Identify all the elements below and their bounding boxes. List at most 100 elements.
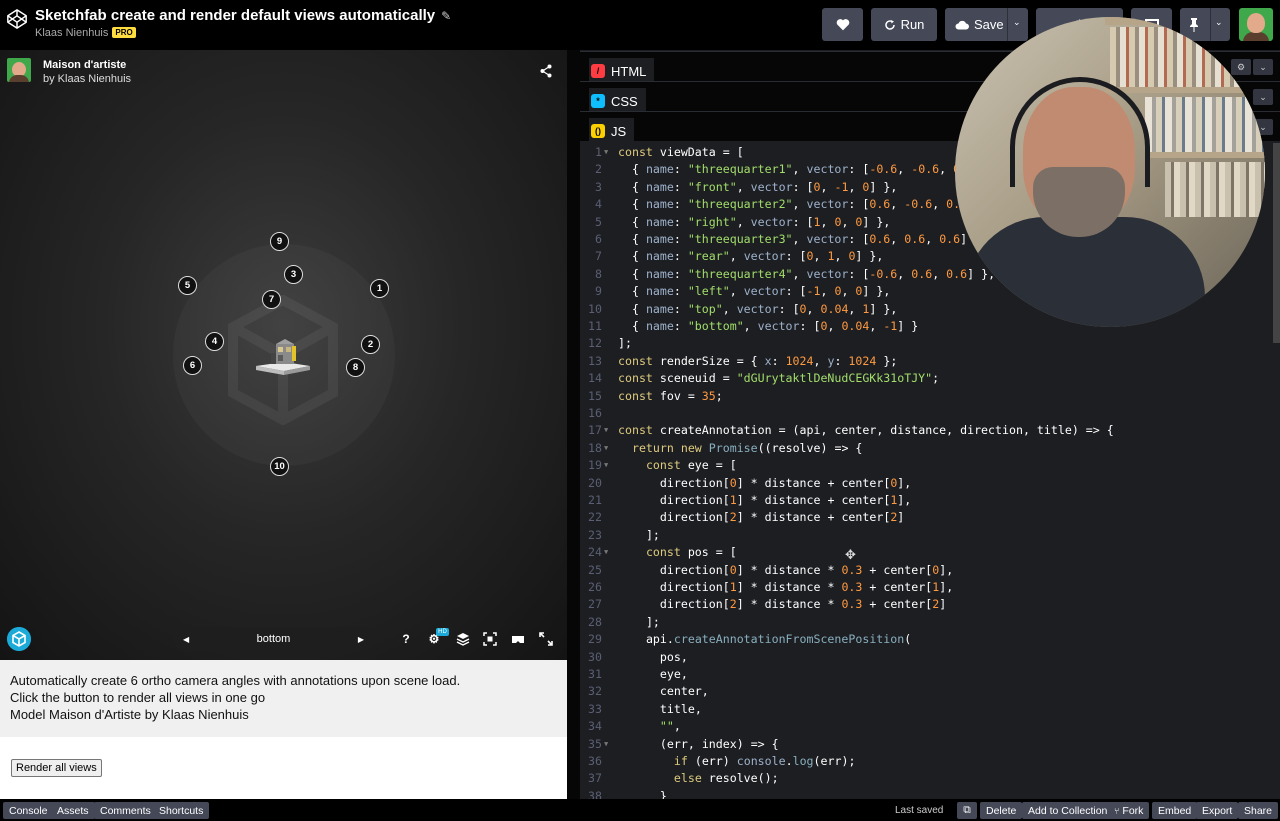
tab-js[interactable]: () JS: [589, 118, 635, 144]
house-model[interactable]: [254, 338, 312, 378]
code-line[interactable]: 5 { name: "right", vector: [1, 0, 0] },: [580, 215, 890, 232]
code-line[interactable]: 23 ];: [580, 528, 660, 545]
fork-button[interactable]: ⑂ Fork: [1108, 802, 1150, 819]
save-dropdown-chevron-icon[interactable]: ⌄: [1013, 17, 1021, 28]
code-line[interactable]: 16: [580, 406, 618, 423]
fold-arrow-icon: [604, 493, 618, 510]
model-author-avatar[interactable]: [7, 58, 31, 82]
annotation-marker[interactable]: 10: [270, 457, 289, 476]
annotation-marker[interactable]: 2: [361, 335, 380, 354]
code-line[interactable]: 36 if (err) console.log(err);: [580, 754, 855, 771]
code-line[interactable]: 2 { name: "threequarter1", vector: [-0.6…: [580, 162, 1002, 179]
save-button[interactable]: Save ⌄: [945, 8, 1028, 41]
fold-arrow-icon[interactable]: ▼: [604, 441, 618, 458]
pen-author[interactable]: Klaas Nienhuis PRO: [35, 27, 136, 39]
hd-badge: HD: [436, 628, 449, 636]
code-text: center,: [659, 684, 709, 699]
help-icon[interactable]: ?: [399, 632, 413, 646]
code-line[interactable]: 31 eye,: [580, 667, 688, 684]
fold-arrow-icon: [604, 563, 618, 580]
code-line[interactable]: 37 else resolve();: [580, 771, 779, 788]
fork-icon: ⑂: [1114, 805, 1120, 816]
code-line[interactable]: 35 ▼ (err, index) => {: [580, 737, 779, 754]
edit-pencil-icon[interactable]: ✎: [441, 9, 451, 23]
code-line[interactable]: 9 { name: "left", vector: [-1, 0, 0] },: [580, 284, 890, 301]
assets-button[interactable]: Assets: [51, 802, 95, 819]
panel-resizer[interactable]: [567, 50, 580, 799]
code-line[interactable]: 8 { name: "threequarter4", vector: [-0.6…: [580, 267, 995, 284]
sketchfab-logo-icon[interactable]: [7, 627, 31, 651]
fold-arrow-icon[interactable]: ▼: [604, 737, 618, 754]
annotation-marker[interactable]: 7: [262, 290, 281, 309]
codepen-logo-icon[interactable]: [6, 8, 28, 30]
cloud-icon: [955, 20, 969, 29]
add-to-collection-button[interactable]: Add to Collection: [1022, 802, 1114, 819]
inspector-icon[interactable]: [483, 632, 497, 646]
code-line[interactable]: 26 direction[1] * distance * 0.3 + cente…: [580, 580, 953, 597]
annotation-marker[interactable]: 3: [284, 265, 303, 284]
code-line[interactable]: 18 ▼ return new Promise((resolve) => {: [580, 441, 862, 458]
fold-arrow-icon[interactable]: ▼: [604, 458, 618, 475]
code-line[interactable]: 33 title,: [580, 702, 702, 719]
like-button[interactable]: [822, 8, 863, 41]
code-line[interactable]: 24 ▼ const pos = [: [580, 545, 737, 562]
code-line[interactable]: 11 { name: "bottom", vector: [0, 0.04, -…: [580, 319, 918, 336]
code-line[interactable]: 38 }: [580, 789, 667, 799]
model-author[interactable]: by Klaas Nienhuis: [43, 73, 131, 85]
code-line[interactable]: 27 direction[2] * distance * 0.3 + cente…: [580, 597, 946, 614]
console-button[interactable]: Console: [3, 802, 54, 819]
fold-arrow-icon: [604, 371, 618, 388]
annotation-marker[interactable]: 9: [270, 232, 289, 251]
code-line[interactable]: 25 direction[0] * distance * 0.3 + cente…: [580, 563, 953, 580]
previous-annotation-icon[interactable]: ◀: [183, 635, 189, 644]
delete-button[interactable]: Delete: [980, 802, 1023, 819]
code-line[interactable]: 10 { name: "top", vector: [0, 0.04, 1] }…: [580, 302, 897, 319]
code-text: { name: "right", vector: [1, 0, 0] },: [631, 214, 891, 229]
code-line[interactable]: 14 const sceneuid = "dGUrytaktlDeNudCEGKk…: [580, 371, 939, 388]
code-line[interactable]: 1 ▼ const viewData = [: [580, 145, 744, 162]
code-line[interactable]: 22 direction[2] * distance + center[2]: [580, 510, 904, 527]
pen-title[interactable]: Sketchfab create and render default view…: [35, 7, 451, 24]
code-line[interactable]: 13 const renderSize = { x: 1024, y: 1024 …: [580, 354, 897, 371]
share-button[interactable]: Share: [1238, 802, 1279, 819]
annotation-marker[interactable]: 5: [178, 276, 197, 295]
annotation-marker[interactable]: 1: [370, 279, 389, 298]
code-line[interactable]: 29 api.createAnnotationFromScenePosition…: [580, 632, 911, 649]
model-title[interactable]: Maison d'artiste: [43, 59, 126, 71]
export-button[interactable]: Export: [1196, 802, 1239, 819]
code-line[interactable]: 3 { name: "front", vector: [0, -1, 0] },: [580, 180, 897, 197]
annotation-marker[interactable]: 8: [346, 358, 365, 377]
fold-arrow-icon: [604, 476, 618, 493]
code-line[interactable]: 19 ▼ const eye = [: [580, 458, 737, 475]
code-line[interactable]: 12];: [580, 336, 632, 353]
share-icon[interactable]: [540, 64, 552, 78]
code-line[interactable]: 30 pos,: [580, 650, 688, 667]
fold-arrow-icon[interactable]: ▼: [604, 145, 618, 162]
open-external-icon[interactable]: ⧉: [957, 802, 977, 819]
embed-button[interactable]: Embed: [1152, 802, 1198, 819]
fold-arrow-icon: [604, 510, 618, 527]
next-annotation-icon[interactable]: ▶: [358, 635, 364, 644]
shortcuts-button[interactable]: Shortcuts: [153, 802, 210, 819]
run-button[interactable]: Run: [871, 8, 937, 41]
annotation-marker[interactable]: 4: [205, 332, 224, 351]
comments-button[interactable]: Comments: [94, 802, 157, 819]
code-line[interactable]: 34 "",: [580, 719, 681, 736]
code-line[interactable]: 20 direction[0] * distance + center[0],: [580, 476, 911, 493]
code-line[interactable]: 6 { name: "threequarter3", vector: [0.6,…: [580, 232, 988, 249]
code-line[interactable]: 4 { name: "threequarter2", vector: [0.6,…: [580, 197, 995, 214]
code-line[interactable]: 7 { name: "rear", vector: [0, 1, 0] },: [580, 249, 883, 266]
code-line[interactable]: 32 center,: [580, 684, 709, 701]
code-line[interactable]: 15 const fov = 35;: [580, 389, 723, 406]
fold-arrow-icon[interactable]: ▼: [604, 423, 618, 440]
fullscreen-icon[interactable]: [539, 632, 553, 646]
editor-scrollbar[interactable]: [1273, 143, 1280, 343]
render-all-views-button[interactable]: Render all views: [11, 759, 102, 777]
annotation-marker[interactable]: 6: [183, 356, 202, 375]
layers-icon[interactable]: [456, 632, 470, 646]
code-line[interactable]: 17 ▼ const createAnnotation = (api, center…: [580, 423, 1114, 440]
code-line[interactable]: 21 direction[1] * distance + center[1],: [580, 493, 911, 510]
code-line[interactable]: 28 ];: [580, 615, 660, 632]
vr-icon[interactable]: [511, 632, 525, 646]
fold-arrow-icon[interactable]: ▼: [604, 545, 618, 562]
